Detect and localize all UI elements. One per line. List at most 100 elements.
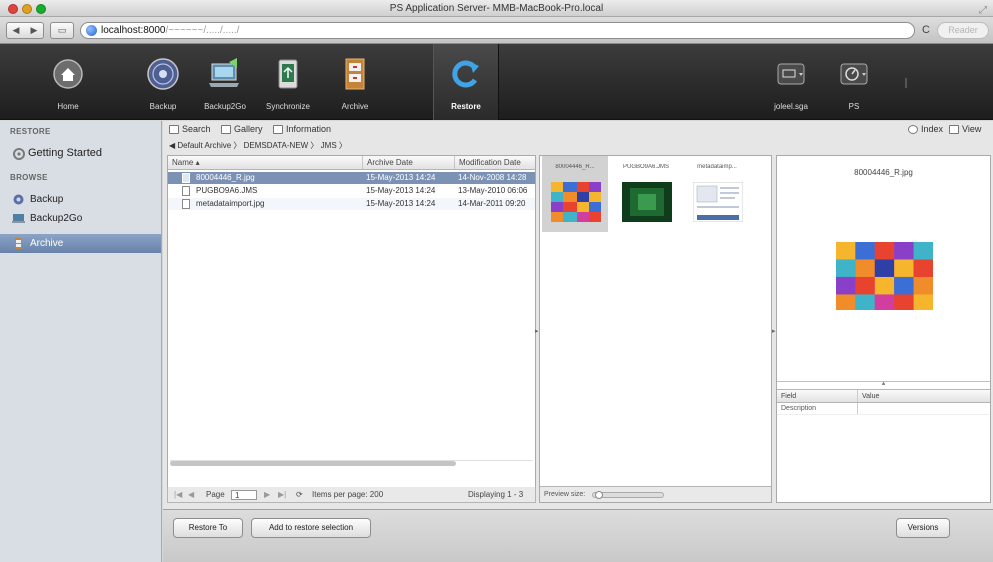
gallery-view-icon [221,125,231,134]
tab-view[interactable]: View [949,124,981,134]
prev-page-button[interactable]: ◀ [188,487,194,503]
server-menu[interactable]: PS [829,44,879,120]
toolbar-archive[interactable]: Archive [330,44,380,120]
file-mod-date: 14-Nov-2008 14:28 [458,173,527,182]
toolbar-synchronize[interactable]: Synchronize [258,44,318,120]
preview-image [836,242,933,310]
pagination-bar: |◀ ◀ Page 1 ▶ ▶| ⟳ Items per page: 200 D… [167,487,536,503]
toolbar-backup2go[interactable]: Backup2Go [200,44,250,120]
address-bar[interactable]: localhost:8000/~~~~~~/...../...../ [80,22,915,39]
reader-button[interactable]: Reader [937,22,989,39]
table-row[interactable]: 80004446_R.jpg 15-May-2013 14:24 14-Nov-… [168,172,535,184]
sidebar-item-getting-started[interactable]: Getting Started [0,144,161,163]
toolbar-backup[interactable]: Backup [138,44,188,120]
file-mod-date: 14-Mar-2011 09:20 [458,199,526,208]
versions-button[interactable]: Versions [896,518,950,538]
synchronize-icon [278,59,298,89]
sidebar-item-backup2go[interactable]: Backup2Go [0,209,161,228]
information-view-icon [273,125,283,134]
page-number-input[interactable]: 1 [231,490,257,500]
mosaic-image-thumbnail [551,182,601,222]
toolbar-home[interactable]: Home [40,44,96,120]
refresh-icon[interactable]: ⟳ [296,487,303,503]
metadata-field-name: Description [781,405,817,412]
last-page-button[interactable]: ▶| [278,487,286,503]
reload-button[interactable]: C [922,22,934,39]
sidebar-item-label: Archive [30,238,64,249]
items-per-page: Items per page: 200 [312,490,384,499]
file-name: 80004446_R.jpg [196,173,255,182]
file-list-header: Name ▴ Archive Date Modification Date [168,156,535,170]
app-toolbar: Home Backup Backup2Go Synchronize Archiv… [0,44,993,120]
sidebar-item-label: Backup2Go [30,213,83,224]
pane-splitter-right[interactable]: ▸ [772,327,776,335]
next-page-button[interactable]: ▶ [264,487,270,503]
server-label: PS [848,102,860,111]
user-menu[interactable]: joleel.sga [765,44,817,120]
toolbar-home-label: Home [57,102,79,111]
tab-gallery[interactable]: Gallery [221,124,263,134]
forward-button[interactable]: ▶ [25,23,43,38]
table-row[interactable]: PUGBO9A6.JMS 15-May-2013 14:24 13-May-20… [168,185,535,197]
sidebar-item-backup[interactable]: Backup [0,190,161,209]
page-label: Page [206,490,225,499]
thumbnail-item[interactable]: 80004446_R... [542,156,608,232]
bookmarks-button[interactable]: ▭ [50,22,74,39]
file-icon [182,199,190,209]
metadata-field-value[interactable] [857,403,862,414]
backup2go-icon [209,58,239,87]
toolbar-restore[interactable]: Restore [433,44,499,120]
tab-index[interactable]: Index [908,124,943,134]
column-header-modification-date[interactable]: Modification Date [454,156,521,169]
address-path: /~~~~~~/...../...../ [165,25,240,36]
column-header-archive-date[interactable]: Archive Date [362,156,413,169]
preview-size-bar: Preview size: [540,486,771,502]
zoom-window-button[interactable] [36,4,46,14]
preview-pane: 80004446_R.jpg ▴ Field Value Description [776,155,991,503]
thumbnail-item[interactable]: metadataimp... [684,156,750,232]
horizontal-scrollbar[interactable] [170,461,456,466]
file-archive-date: 15-May-2013 14:24 [366,199,436,208]
tab-information[interactable]: Information [273,124,331,134]
add-to-restore-selection-button[interactable]: Add to restore selection [251,518,371,538]
restore-icon [452,60,479,88]
close-window-button[interactable] [8,4,18,14]
thumbnail-name: metadataimp... [697,164,737,170]
nav-buttons: ◀ ▶ [6,22,44,39]
thumbnail-pane: 80004446_R... PUGBO9A6.JMS metadataimp..… [539,155,772,503]
table-row[interactable]: metadataimport.jpg 15-May-2013 14:24 14-… [168,198,535,210]
file-mod-date: 13-May-2010 06:06 [458,186,528,195]
table-row[interactable]: Description [777,403,990,415]
sidebar-heading-browse: BROWSE [10,173,48,182]
back-button[interactable]: ◀ [7,23,25,38]
thumbnail-name: PUGBO9A6.JMS [622,164,669,170]
sidebar-item-label: Backup [30,194,64,205]
green-image-thumbnail [622,182,672,222]
backup-icon [147,58,179,90]
preview-filename: 80004446_R.jpg [854,168,913,177]
toolbar-backup-label: Backup [149,102,177,111]
breadcrumb[interactable]: ◀ Default Archive 〉 DEMSDATA-NEW 〉 JMS 〉 [163,139,993,153]
column-header-name[interactable]: Name ▴ [172,158,200,167]
user-label: joleel.sga [774,102,808,111]
preview-split-handle[interactable]: ▴ [777,380,990,389]
search-view-icon [169,125,179,134]
address-host: localhost:8000 [101,25,166,36]
file-icon [182,173,190,183]
toolbar-restore-label: Restore [451,102,481,111]
toolbar-backup2go-label: Backup2Go [204,102,246,111]
tab-search[interactable]: Search [169,124,211,134]
first-page-button[interactable]: |◀ [174,487,182,503]
slider-knob[interactable] [595,491,603,499]
preview-size-slider[interactable] [592,491,664,499]
sidebar-item-archive[interactable]: Archive [0,234,161,253]
pane-splitter-left[interactable]: ▸ [535,327,539,335]
main-area: Search Gallery Information Index View ◀ … [163,121,993,562]
metadata-table-header: Field Value [777,389,990,403]
globe-icon [86,25,97,36]
file-archive-date: 15-May-2013 14:24 [366,173,436,182]
thumbnail-item[interactable]: PUGBO9A6.JMS [613,156,679,232]
minimize-window-button[interactable] [22,4,32,14]
restore-to-button[interactable]: Restore To [173,518,243,538]
window-title: PS Application Server- MMB-MacBook-Pro.l… [389,3,604,14]
